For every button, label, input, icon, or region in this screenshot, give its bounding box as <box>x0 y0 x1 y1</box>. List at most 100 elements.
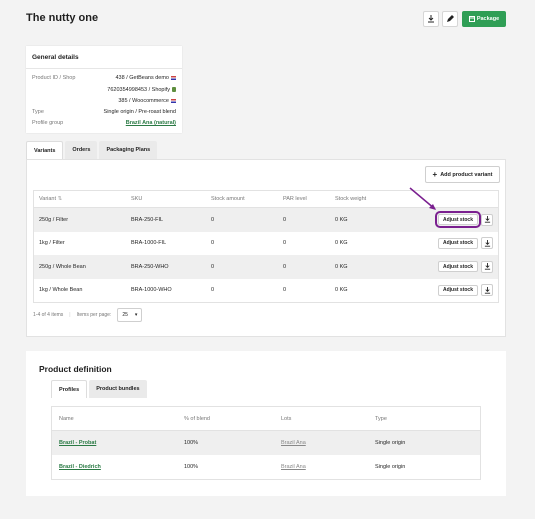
highlight-arrow-icon <box>409 187 436 210</box>
sku-cell: BRA-250-FIL <box>131 216 164 223</box>
items-per-page-select[interactable]: 25 ▾ <box>117 308 143 322</box>
stock-cell: 0 <box>211 240 215 247</box>
download-icon <box>484 216 490 223</box>
detail-row: 7620354998453 / Shopify <box>32 87 176 93</box>
column-par-level: PAR level <box>283 196 307 202</box>
divider: | <box>69 312 71 318</box>
lot-link[interactable]: Brazil Ana <box>281 464 306 470</box>
detail-value: 385 / Woocommerce <box>118 98 169 104</box>
plus-icon: + <box>432 170 438 179</box>
profile-link[interactable]: Brazil - Probat <box>59 440 96 446</box>
pagination: 1-4 of 4 items | Items per page: 25 ▾ <box>33 308 143 322</box>
download-icon <box>484 263 490 270</box>
detail-row: Product ID / Shop 438 / GetBeans demo <box>32 75 176 81</box>
download-row-button[interactable] <box>481 260 493 273</box>
sku-cell: BRA-250-WHO <box>131 263 169 270</box>
download-row-button[interactable] <box>481 213 493 226</box>
profile-group-link[interactable]: Brazil Ana (natural) <box>126 120 176 126</box>
stock-cell: 0 <box>211 287 215 294</box>
download-icon <box>484 286 490 294</box>
detail-row: Type Single origin / Pre-roast blend <box>32 109 176 115</box>
general-details-title: General details <box>32 54 79 61</box>
variant-cell: 250g / Whole Bean <box>39 263 86 270</box>
package-label: Package <box>476 16 500 22</box>
par-cell: 0 <box>283 216 287 223</box>
tab-variants[interactable]: Variants <box>26 141 64 159</box>
add-variant-label: Add product variant <box>440 171 493 178</box>
general-details-card: General details Product ID / Shop 438 / G… <box>26 46 182 133</box>
items-per-page-label: Items per page: <box>76 312 112 318</box>
table-header: Name % of blend Lots Type <box>52 407 480 431</box>
par-cell: 0 <box>283 287 287 294</box>
table-row: Brazil - Diedrich 100% Brazil Ana Single… <box>52 455 480 479</box>
table-row: 1kg / Filter BRA-1000-FIL 0 0 0 KG Adjus… <box>34 232 498 256</box>
variant-cell: 1kg / Whole Bean <box>39 287 83 294</box>
detail-value: 438 / GetBeans demo <box>115 75 169 81</box>
type-cell: Single origin <box>375 440 406 446</box>
table-row: 250g / Whole Bean BRA-250-WHO 0 0 0 KG A… <box>34 255 498 279</box>
column-stock-amount: Stock amount <box>211 196 245 202</box>
lot-link[interactable]: Brazil Ana <box>281 440 306 446</box>
detail-key: Product ID / Shop <box>32 75 76 81</box>
pagination-range: 1-4 of 4 items <box>33 312 64 318</box>
variant-tabs: Variants Orders Packaging Plans <box>26 141 158 159</box>
download-row-button[interactable] <box>481 284 493 297</box>
detail-value: 7620354998453 / Shopify <box>107 87 170 93</box>
download-icon <box>428 15 434 23</box>
table-row: 1kg / Whole Bean BRA-1000-WHO 0 0 0 KG A… <box>34 279 498 303</box>
blend-cell: 100% <box>184 440 199 446</box>
product-definition-title: Product definition <box>39 364 112 374</box>
tab-orders[interactable]: Orders <box>65 141 98 159</box>
adjust-stock-button[interactable]: Adjust stock <box>438 284 478 296</box>
download-row-button[interactable] <box>481 237 493 250</box>
variant-cell: 250g / Filter <box>39 216 69 223</box>
profile-link[interactable]: Brazil - Diedrich <box>59 464 101 470</box>
type-cell: Single origin <box>375 464 406 470</box>
page-title: The nutty one <box>26 12 99 24</box>
column-blend: % of blend <box>184 415 210 422</box>
stock-cell: 0 <box>211 263 215 270</box>
pencil-icon <box>447 15 454 22</box>
tab-profiles[interactable]: Profiles <box>51 380 88 398</box>
tab-product-bundles[interactable]: Product bundles <box>89 380 147 398</box>
weight-cell: 0 KG <box>335 287 348 294</box>
download-button[interactable] <box>423 11 439 27</box>
add-product-variant-button[interactable]: + Add product variant <box>425 166 500 183</box>
column-variant[interactable]: Variant ⇅ <box>34 196 131 202</box>
column-type: Type <box>375 415 387 422</box>
weight-cell: 0 KG <box>335 216 348 223</box>
column-lots: Lots <box>281 415 292 422</box>
detail-key: Type <box>32 109 44 115</box>
chevron-down-icon: ▾ <box>134 312 138 318</box>
sku-cell: BRA-1000-FIL <box>131 240 167 247</box>
adjust-stock-button[interactable]: Adjust stock <box>438 237 478 249</box>
shopify-icon <box>172 87 176 93</box>
stock-cell: 0 <box>211 216 215 223</box>
sort-icon: ⇅ <box>57 196 63 202</box>
sku-cell: BRA-1000-WHO <box>131 287 172 294</box>
profiles-table: Name % of blend Lots Type Brazil - Proba… <box>51 406 481 480</box>
woocommerce-icon <box>171 98 176 103</box>
woocommerce-icon <box>171 75 176 80</box>
weight-cell: 0 KG <box>335 240 348 247</box>
tab-packaging-plans[interactable]: Packaging Plans <box>99 141 158 159</box>
download-icon <box>484 239 490 247</box>
package-button[interactable]: Package <box>462 11 506 27</box>
adjust-stock-button[interactable]: Adjust stock <box>438 261 478 273</box>
adjust-stock-button[interactable]: Adjust stock <box>435 211 481 229</box>
items-per-page-value: 25 <box>122 312 128 318</box>
definition-tabs: Profiles Product bundles <box>51 380 147 398</box>
detail-key: Profile group <box>32 120 64 126</box>
column-label: Variant <box>39 196 57 202</box>
variant-cell: 1kg / Filter <box>39 240 65 247</box>
detail-value: Single origin / Pre-roast blend <box>103 109 176 115</box>
divider <box>26 68 182 69</box>
par-cell: 0 <box>283 263 287 270</box>
column-sku: SKU <box>131 196 143 202</box>
package-icon <box>468 16 475 22</box>
detail-row: 385 / Woocommerce <box>32 98 176 104</box>
table-row: Brazil - Probat 100% Brazil Ana Single o… <box>52 431 480 455</box>
edit-button[interactable] <box>442 11 458 27</box>
detail-row: Profile group Brazil Ana (natural) <box>32 120 176 126</box>
weight-cell: 0 KG <box>335 263 348 270</box>
